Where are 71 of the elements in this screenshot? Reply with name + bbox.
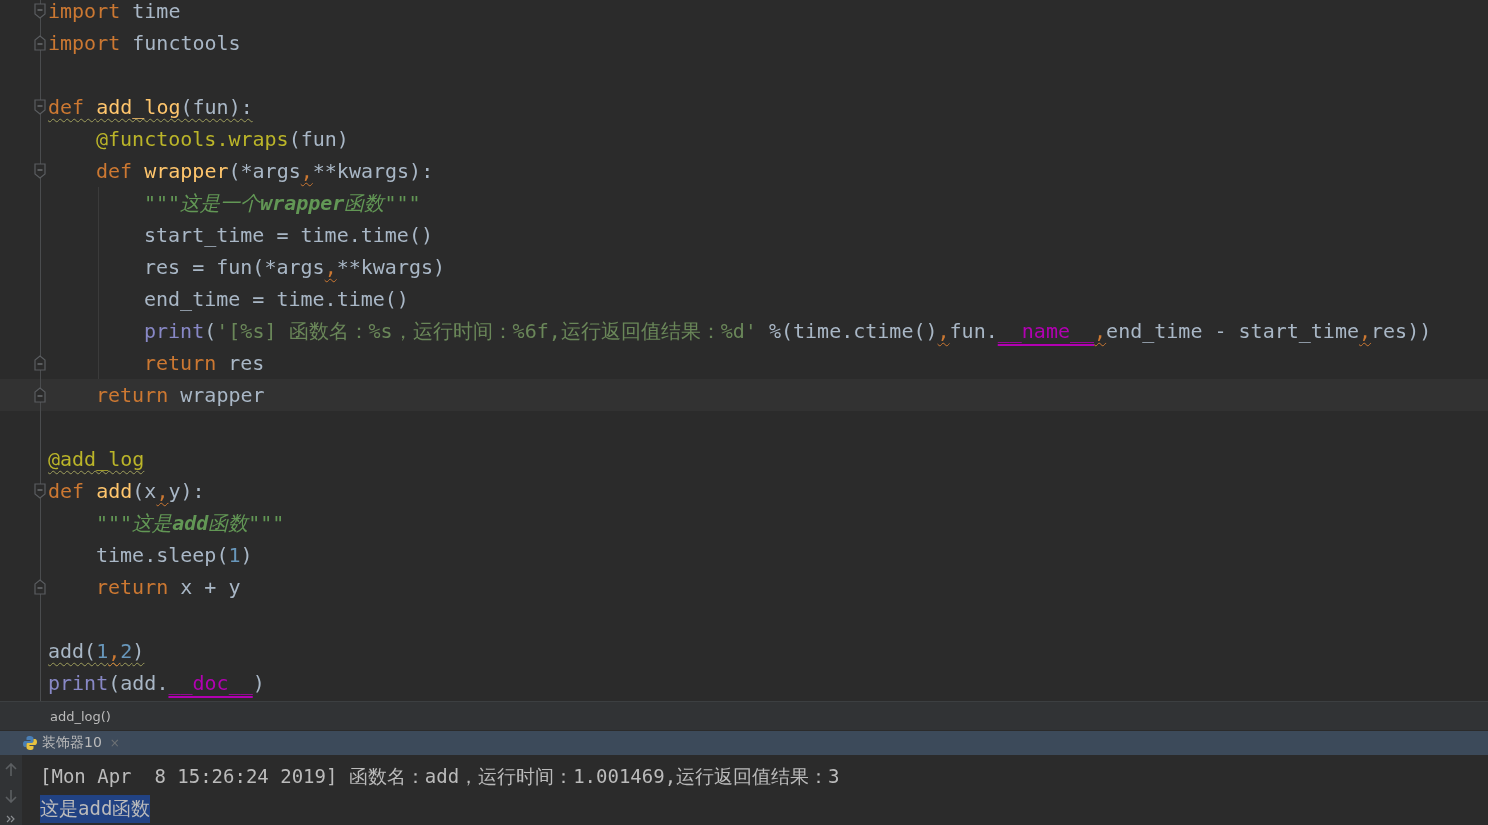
code-token: **kwargs): bbox=[312, 159, 434, 183]
code-token: %(time.ctime() bbox=[767, 319, 938, 343]
builtin-name: print bbox=[144, 319, 205, 343]
console-output-line: [Mon Apr 8 15:26:24 2019] 函数名：add，运行时间：1.001469,运行返回值结果：3 bbox=[40, 764, 840, 789]
keyword-token: def bbox=[48, 479, 86, 503]
dunder-name: __doc__ bbox=[168, 671, 253, 695]
scroll-up-icon[interactable] bbox=[5, 763, 17, 777]
fold-marker-icon[interactable] bbox=[34, 98, 46, 116]
keyword-token: return bbox=[144, 351, 217, 375]
number-literal: 1 bbox=[228, 543, 241, 567]
comma-token: , bbox=[324, 255, 337, 279]
fold-marker-icon[interactable] bbox=[34, 482, 46, 500]
function-name: add bbox=[96, 479, 133, 503]
code-token: fun. bbox=[949, 319, 998, 343]
docstring: """这是一个wrapper函数""" bbox=[144, 191, 421, 215]
fold-marker-icon[interactable] bbox=[34, 354, 46, 372]
code-token: (*args bbox=[228, 159, 301, 183]
code-token: x + y bbox=[179, 575, 241, 599]
keyword-token: import bbox=[48, 31, 121, 55]
keyword-token: def bbox=[48, 95, 86, 119]
keyword-token: import bbox=[48, 0, 121, 23]
function-name: add_log bbox=[96, 95, 181, 119]
python-file-icon bbox=[22, 735, 38, 751]
keyword-token: return bbox=[96, 575, 169, 599]
code-token: ) bbox=[252, 671, 265, 695]
fold-marker-icon[interactable] bbox=[34, 578, 46, 596]
code-token: **kwargs) bbox=[336, 255, 446, 279]
code-token: res = fun(*args bbox=[144, 255, 325, 279]
comma-token: , bbox=[1094, 319, 1107, 343]
code-token: (add. bbox=[108, 671, 169, 695]
code-token: functools bbox=[131, 31, 241, 55]
number-literal: 1 bbox=[96, 639, 109, 663]
fold-marker-icon[interactable] bbox=[34, 2, 46, 20]
code-token: add( bbox=[48, 639, 97, 663]
code-token: ( bbox=[204, 319, 217, 343]
code-token: res bbox=[227, 351, 265, 375]
code-token: (fun): bbox=[180, 95, 253, 119]
code-token: wrapper bbox=[179, 383, 265, 407]
dunder-name: __name__ bbox=[997, 319, 1095, 343]
scroll-down-icon[interactable] bbox=[5, 789, 17, 803]
code-token: res)) bbox=[1371, 319, 1432, 343]
comma-token: , bbox=[937, 319, 950, 343]
fold-marker-icon[interactable] bbox=[34, 34, 46, 52]
builtin-name: print bbox=[48, 671, 109, 695]
code-token: time bbox=[131, 0, 181, 23]
code-token: (x bbox=[132, 479, 157, 503]
code-token: end_time - start_time bbox=[1106, 319, 1359, 343]
docstring: """这是add函数""" bbox=[96, 511, 285, 535]
tab-label: 装饰器10 bbox=[42, 734, 102, 752]
string-literal: '[%s] 函数名：%s，运行时间：%6f,运行返回值结果：%d' bbox=[216, 319, 757, 343]
comma-token: , bbox=[300, 159, 313, 183]
keyword-token: return bbox=[96, 383, 169, 407]
code-token: ) bbox=[240, 543, 253, 567]
function-name: wrapper bbox=[144, 159, 229, 183]
keyword-token: def bbox=[96, 159, 134, 183]
code-token: end_time = time.time() bbox=[144, 287, 409, 311]
code-token: time.sleep( bbox=[96, 543, 229, 567]
fold-marker-icon[interactable] bbox=[34, 386, 46, 404]
code-token: y): bbox=[168, 479, 205, 503]
code-token: start_time = time.time() bbox=[144, 223, 433, 247]
comma-token: , bbox=[1359, 319, 1372, 343]
comma-token: , bbox=[156, 479, 169, 503]
more-icon[interactable] bbox=[6, 815, 16, 823]
code-token: (fun) bbox=[288, 127, 349, 151]
breadcrumb[interactable]: add_log() bbox=[50, 708, 111, 724]
fold-marker-icon[interactable] bbox=[34, 162, 46, 180]
comma-token: , bbox=[108, 639, 121, 663]
number-literal: 2 bbox=[120, 639, 133, 663]
code-token: ) bbox=[132, 639, 145, 663]
decorator-token: @functools.wraps bbox=[96, 127, 289, 151]
decorator-token: @add_log bbox=[48, 447, 145, 471]
